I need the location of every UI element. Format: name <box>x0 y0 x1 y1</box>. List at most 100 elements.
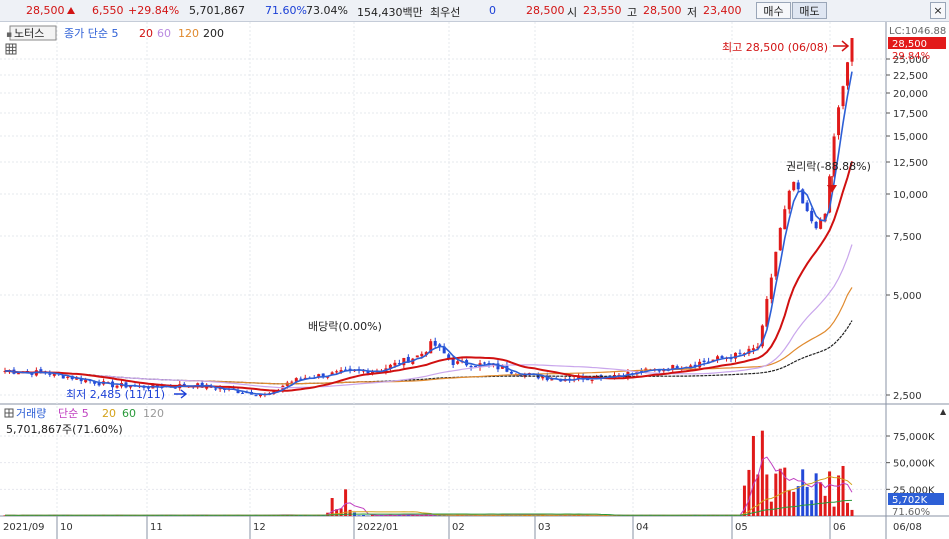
date-tick-label: 11 <box>150 522 163 533</box>
candle-body <box>241 392 245 394</box>
volume-bar <box>801 469 805 516</box>
candle-body <box>841 86 845 107</box>
open-price: 23,550 <box>583 4 622 17</box>
legend-ma120: 120 <box>178 27 199 40</box>
candle-body <box>469 365 473 368</box>
volume-bar <box>778 468 782 516</box>
candle-body <box>787 190 791 210</box>
date-tick-label: 05 <box>735 522 748 533</box>
candle-body <box>778 227 782 251</box>
volume-legend-ma60: 60 <box>122 407 136 420</box>
candle-body <box>702 360 706 363</box>
price-change: 6,550 <box>92 4 124 17</box>
volume-bar <box>756 474 760 516</box>
candle-body <box>837 107 841 136</box>
volume-bar <box>787 490 791 516</box>
volume-bar <box>751 436 755 516</box>
sell-button[interactable]: 매도 <box>792 2 827 19</box>
volume-legend-value: 5,701,867주(71.60%) <box>6 423 123 436</box>
candle-body <box>335 371 339 373</box>
candle-body <box>814 221 818 229</box>
candle-body <box>509 371 513 374</box>
date-tick-label: 06 <box>833 522 846 533</box>
low-label: 저 <box>687 6 698 19</box>
candle-body <box>290 381 294 383</box>
candle-body <box>415 355 419 358</box>
quote-bar: 28,500 6,550 +29.84% 5,701,867 71.60% 73… <box>0 0 949 22</box>
last-volume-pct: 71.60% <box>892 507 930 518</box>
volume-bar <box>814 473 818 516</box>
close-icon[interactable]: × <box>930 2 946 19</box>
volume-legend-ma120: 120 <box>143 407 164 420</box>
price-change-pct: +29.84% <box>128 4 180 17</box>
candle-body <box>774 251 778 277</box>
legend-ma5: 종가 단순 5 <box>64 27 118 40</box>
candle-body <box>433 340 437 346</box>
volume-bar <box>774 473 778 516</box>
volume-grip-icon[interactable] <box>4 408 14 418</box>
grip-icon: ▪ <box>6 30 12 40</box>
current-price: 28,500 <box>26 4 75 17</box>
volume-bar <box>819 482 823 516</box>
high-price: 28,500 <box>643 4 682 17</box>
volume-tick-label: 75,000K <box>893 432 935 443</box>
high-label: 고 <box>627 6 638 19</box>
lc-label: LC:1046.88 <box>889 26 946 37</box>
candle-body <box>805 202 809 211</box>
candle-body <box>541 376 545 379</box>
volume-bar <box>837 475 841 516</box>
price-tick-label: 22,500 <box>893 71 928 82</box>
turnover-pct: 71.60% <box>265 4 307 17</box>
stock-chart[interactable]: 25,00022,50020,00017,50015,00012,50010,0… <box>0 22 949 539</box>
candle-body <box>254 395 258 397</box>
low-price: 23,400 <box>703 4 742 17</box>
candle-body <box>846 62 850 86</box>
price-tick-label: 5,000 <box>893 291 922 302</box>
ask-price: 28,500 <box>526 4 565 17</box>
volume-bar <box>805 486 809 516</box>
candle-body <box>420 353 424 357</box>
volume-bar <box>747 469 751 516</box>
price-tick-label: 17,500 <box>893 109 928 120</box>
last-volume-tag-text: 5,702K <box>892 495 928 506</box>
date-tick-label: 2021/09 <box>3 522 45 533</box>
candle-body <box>16 373 20 375</box>
date-tick-label: 12 <box>253 522 266 533</box>
volume-bar <box>348 509 352 516</box>
best-bid-qty: 0 <box>489 4 496 17</box>
date-tick-label: 02 <box>452 522 465 533</box>
candle-body <box>483 362 487 364</box>
price-tick-label: 2,500 <box>893 391 922 402</box>
candle-body <box>720 356 724 359</box>
volume-bar <box>841 465 845 516</box>
date-tick-label: 06/08 <box>893 522 922 533</box>
volume-bar <box>792 491 796 516</box>
rights-annotation: 권리락(-88.88%) <box>786 160 871 173</box>
settings-grid-icon[interactable] <box>5 43 17 55</box>
price-tick-label: 15,000 <box>893 132 928 143</box>
legend-ma60: 60 <box>157 27 171 40</box>
candle-body <box>810 210 814 222</box>
candle-body <box>657 370 661 372</box>
volume-legend-label: 거래량 <box>16 407 46 420</box>
legend-ma200: 200 <box>203 27 224 40</box>
buy-button[interactable]: 매수 <box>756 2 791 19</box>
collapse-icon[interactable]: ▲ <box>940 407 947 416</box>
price-tick-label: 7,500 <box>893 232 922 243</box>
candle-body <box>792 181 796 191</box>
volume-axis: 75,000K50,000K25,000K <box>886 432 935 496</box>
price-tick-label: 12,500 <box>893 158 928 169</box>
volume-bar <box>760 430 764 516</box>
candle-body <box>474 366 478 368</box>
date-tick-label: 2022/01 <box>357 522 399 533</box>
volume-bar <box>769 501 773 516</box>
volume-bar <box>832 506 836 516</box>
volume-bar <box>823 495 827 516</box>
up-arrow-icon <box>66 7 75 14</box>
low-annotation: 최저 2,485 (11/11) <box>66 388 165 401</box>
last-pct-tag: 29.84% <box>892 51 930 62</box>
volume-bar <box>850 509 854 516</box>
candle-body <box>850 38 854 62</box>
trade-amount: 154,430백만 <box>357 6 423 19</box>
ratio-pct: 73.04% <box>306 4 348 17</box>
